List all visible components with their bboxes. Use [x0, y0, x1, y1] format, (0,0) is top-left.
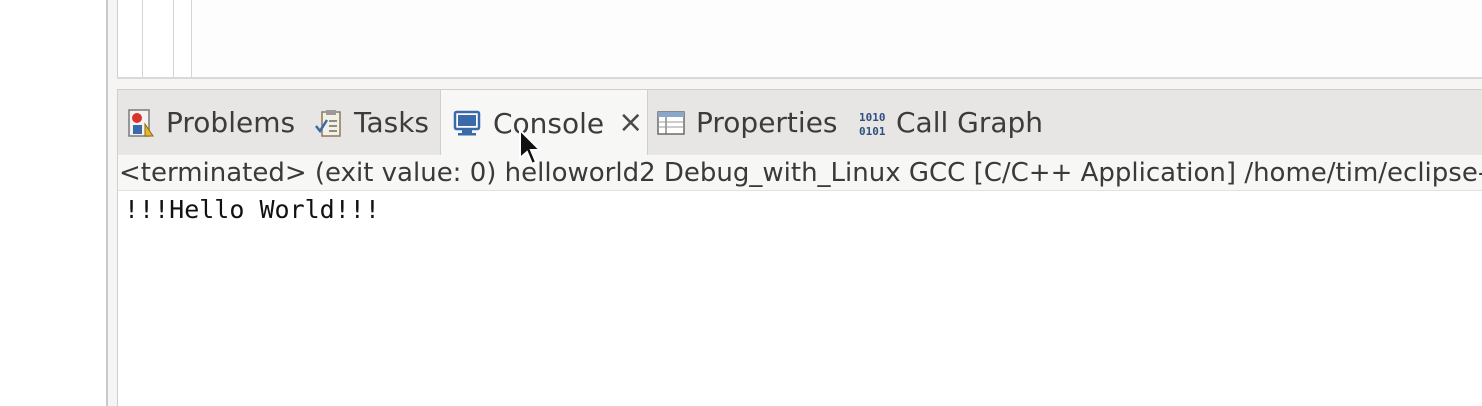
tab-label: Call Graph [896, 106, 1044, 139]
tab-tasks[interactable]: Tasks [314, 90, 429, 155]
tab-label: Problems [166, 106, 296, 139]
close-icon[interactable]: × [618, 108, 643, 138]
left-margin [108, 0, 117, 406]
panel-sash[interactable] [117, 79, 1482, 89]
svg-text:1010: 1010 [859, 111, 886, 124]
mouse-cursor-icon [518, 127, 543, 168]
editor-area[interactable] [117, 0, 1482, 77]
problems-icon [126, 108, 156, 138]
tab-label: Tasks [354, 106, 430, 139]
console-output-line: !!!Hello World!!! [124, 195, 380, 224]
tab-label: Properties [696, 106, 838, 139]
tab-problems[interactable]: Problems [126, 90, 295, 155]
tab-properties[interactable]: Properties [656, 90, 838, 155]
tab-label: Console [493, 106, 605, 140]
console-output[interactable]: !!!Hello World!!! [117, 191, 1482, 406]
tasks-icon [314, 108, 344, 138]
gutter-divider [191, 0, 192, 77]
svg-text:0101: 0101 [859, 125, 886, 138]
tab-call-graph[interactable]: 1010 0101 Call Graph [858, 90, 1043, 155]
gutter-divider [173, 0, 174, 77]
console-status-header: <terminated> (exit value: 0) helloworld2… [117, 155, 1482, 191]
console-icon [453, 108, 483, 138]
eclipse-window: Problems Tasks Console × Properties 1010… [0, 0, 1482, 406]
view-tab-bar: Problems Tasks Console × Properties 1010… [117, 89, 1482, 156]
tab-console[interactable]: Console × [440, 90, 648, 156]
call-graph-icon: 1010 0101 [858, 108, 888, 138]
properties-icon [656, 108, 686, 138]
editor-gutter [118, 0, 192, 77]
gutter-divider [142, 0, 143, 77]
